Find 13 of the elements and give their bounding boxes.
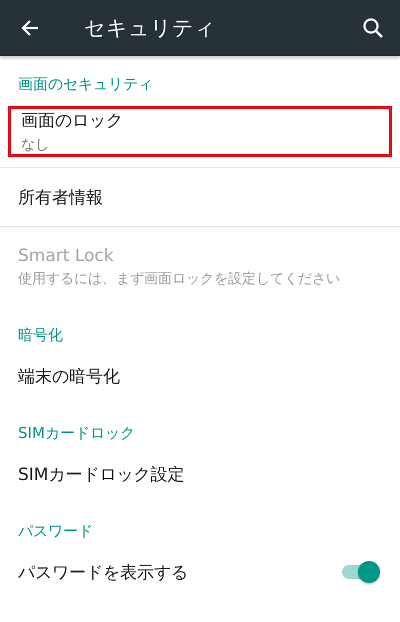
settings-item[interactable]: パスワードを表示する [0, 543, 400, 601]
back-arrow-icon [20, 18, 40, 38]
section-header: パスワード [18, 522, 93, 540]
highlighted-settings-item[interactable]: 画面のロック なし [8, 106, 392, 157]
settings-item[interactable]: SIMカードロック設定 [0, 445, 400, 503]
section-header: 画面のセキュリティ [18, 75, 153, 93]
settings-item: Smart Lock 使用するには、まず画面ロックを設定してください [17, 245, 341, 289]
settings-item[interactable]: 端末の暗号化 [0, 347, 400, 405]
screen-title: セキュリティ [84, 15, 217, 42]
settings-item[interactable]: 所有者情報 [0, 168, 400, 226]
section-header: 暗号化 [18, 326, 63, 344]
section-header: SIMカードロック [18, 424, 135, 442]
search-icon [362, 17, 384, 39]
